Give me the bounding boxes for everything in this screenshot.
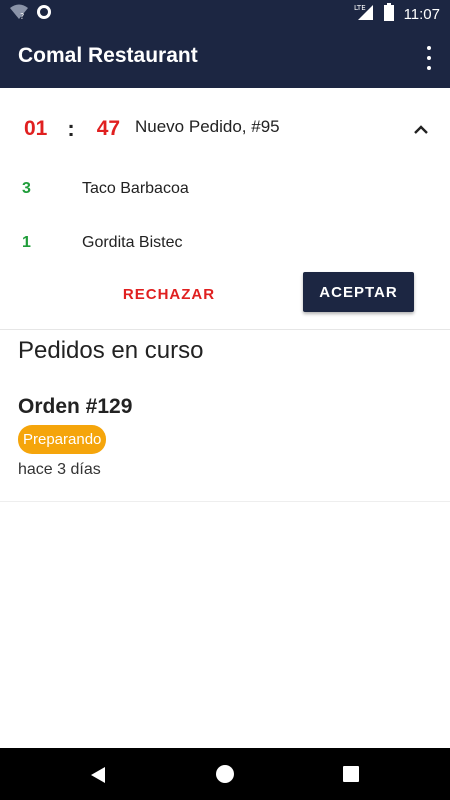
order-item: 1 Gordita Bistec: [0, 230, 450, 260]
status-badge: Preparando: [18, 425, 107, 454]
status-time: 11:07: [403, 5, 440, 23]
app-title: Comal Restaurant: [18, 44, 198, 67]
item-name: Taco Barbacoa: [82, 180, 189, 197]
home-icon[interactable]: [216, 765, 234, 783]
network-label: LTE: [354, 4, 366, 12]
recents-icon[interactable]: [343, 766, 359, 782]
reject-button[interactable]: RECHAZAR: [110, 274, 228, 314]
order-time: hace 3 días: [18, 461, 101, 478]
signal-lte-icon: LTE: [354, 3, 374, 25]
order-item: 3 Taco Barbacoa: [0, 176, 450, 206]
chevron-up-icon[interactable]: [414, 122, 428, 134]
item-name: Gordita Bistec: [82, 234, 183, 251]
timer-seconds: 47: [96, 117, 121, 140]
svg-text:?: ?: [20, 12, 24, 20]
status-bar: ? LTE 11:07: [0, 0, 450, 26]
status-left-icons: ?: [10, 4, 52, 25]
new-order-card: 01 : 47 Nuevo Pedido, #95 3 Taco Barbaco…: [0, 88, 450, 330]
item-quantity: 1: [22, 234, 31, 251]
order-number: Orden #129: [18, 395, 133, 418]
accept-button[interactable]: ACEPTAR: [303, 272, 414, 312]
battery-icon: [383, 3, 394, 25]
new-order-title: Nuevo Pedido, #95: [135, 117, 280, 136]
timer-separator: :: [67, 116, 75, 141]
in-progress-order-card[interactable]: Orden #129 Preparando hace 3 días: [0, 378, 450, 502]
back-icon[interactable]: [90, 766, 106, 789]
order-timer: 01 : 47: [24, 116, 120, 142]
timer-minutes: 01: [24, 117, 48, 140]
overflow-menu-icon[interactable]: [422, 46, 436, 70]
status-right-icons: LTE 11:07: [354, 3, 440, 25]
item-quantity: 3: [22, 180, 31, 197]
app-bar: Comal Restaurant: [0, 26, 450, 88]
system-nav-bar: [0, 748, 450, 800]
wifi-icon: ?: [10, 4, 28, 25]
notification-circle-icon: [36, 4, 52, 25]
in-progress-section-title: Pedidos en curso: [18, 337, 204, 364]
